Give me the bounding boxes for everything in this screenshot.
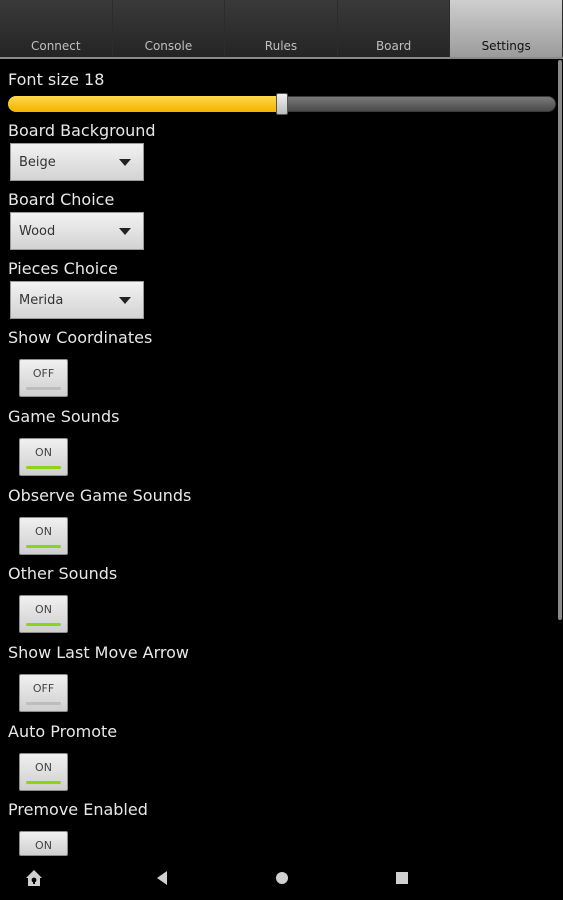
- auto-promote-toggle[interactable]: ON: [19, 753, 68, 791]
- board-background-value: Beige: [19, 154, 56, 170]
- observe-game-sounds-toggle[interactable]: ON: [19, 517, 68, 555]
- toggle-state-label: ON: [35, 603, 52, 616]
- toggle-state-label: ON: [35, 446, 52, 459]
- toggle-state-label: ON: [35, 761, 52, 774]
- slider-fill: [8, 96, 282, 112]
- tab-rules[interactable]: Rules: [225, 0, 338, 58]
- toggle-indicator: [26, 466, 61, 469]
- board-background-dropdown[interactable]: Beige: [10, 143, 144, 181]
- chevron-down-icon: [119, 159, 131, 166]
- tab-bar: Connect Console Rules Board Settings: [0, 0, 563, 58]
- toggle-state-label: ON: [35, 525, 52, 538]
- chevron-down-icon: [119, 297, 131, 304]
- tab-board[interactable]: Board: [337, 0, 451, 58]
- toggle-indicator: [26, 545, 61, 548]
- game-sounds-toggle[interactable]: ON: [19, 438, 68, 476]
- back-icon[interactable]: [152, 868, 172, 888]
- premove-enabled-toggle[interactable]: ON: [19, 831, 68, 856]
- other-sounds-label: Other Sounds: [8, 564, 118, 583]
- board-choice-value: Wood: [19, 223, 56, 239]
- toggle-state-label: OFF: [32, 682, 55, 695]
- board-choice-dropdown[interactable]: Wood: [10, 212, 144, 250]
- toggle-state-label: ON: [35, 839, 52, 852]
- pieces-choice-label: Pieces Choice: [8, 259, 118, 278]
- slider-thumb[interactable]: [276, 93, 288, 115]
- home-icon[interactable]: [24, 868, 44, 888]
- board-choice-label: Board Choice: [8, 190, 115, 209]
- show-coordinates-toggle[interactable]: OFF: [19, 359, 68, 397]
- premove-enabled-label: Premove Enabled: [8, 800, 148, 819]
- font-size-label: Font size 18: [8, 70, 105, 89]
- toggle-indicator: [26, 781, 61, 784]
- tab-console[interactable]: Console: [112, 0, 226, 58]
- toggle-indicator: [26, 623, 61, 626]
- toggle-indicator: [26, 702, 61, 705]
- tab-settings[interactable]: Settings: [450, 0, 563, 58]
- home-circle-icon[interactable]: [272, 868, 292, 888]
- show-last-move-arrow-toggle[interactable]: OFF: [19, 674, 68, 712]
- observe-game-sounds-label: Observe Game Sounds: [8, 486, 192, 505]
- board-background-label: Board Background: [8, 121, 156, 140]
- other-sounds-toggle[interactable]: ON: [19, 595, 68, 633]
- chevron-down-icon: [119, 228, 131, 235]
- pieces-choice-value: Merida: [19, 292, 64, 308]
- toggle-indicator: [26, 387, 61, 390]
- show-last-move-arrow-label: Show Last Move Arrow: [8, 643, 190, 662]
- toggle-state-label: OFF: [32, 367, 55, 380]
- tab-divider: [0, 57, 563, 59]
- scrollbar[interactable]: [558, 60, 562, 620]
- pieces-choice-dropdown[interactable]: Merida: [10, 281, 144, 319]
- font-size-slider[interactable]: [8, 93, 556, 115]
- recents-icon[interactable]: [392, 868, 412, 888]
- auto-promote-label: Auto Promote: [8, 722, 118, 741]
- game-sounds-label: Game Sounds: [8, 407, 120, 426]
- tab-connect[interactable]: Connect: [0, 0, 113, 58]
- system-nav-bar: [0, 856, 563, 900]
- show-coordinates-label: Show Coordinates: [8, 328, 153, 347]
